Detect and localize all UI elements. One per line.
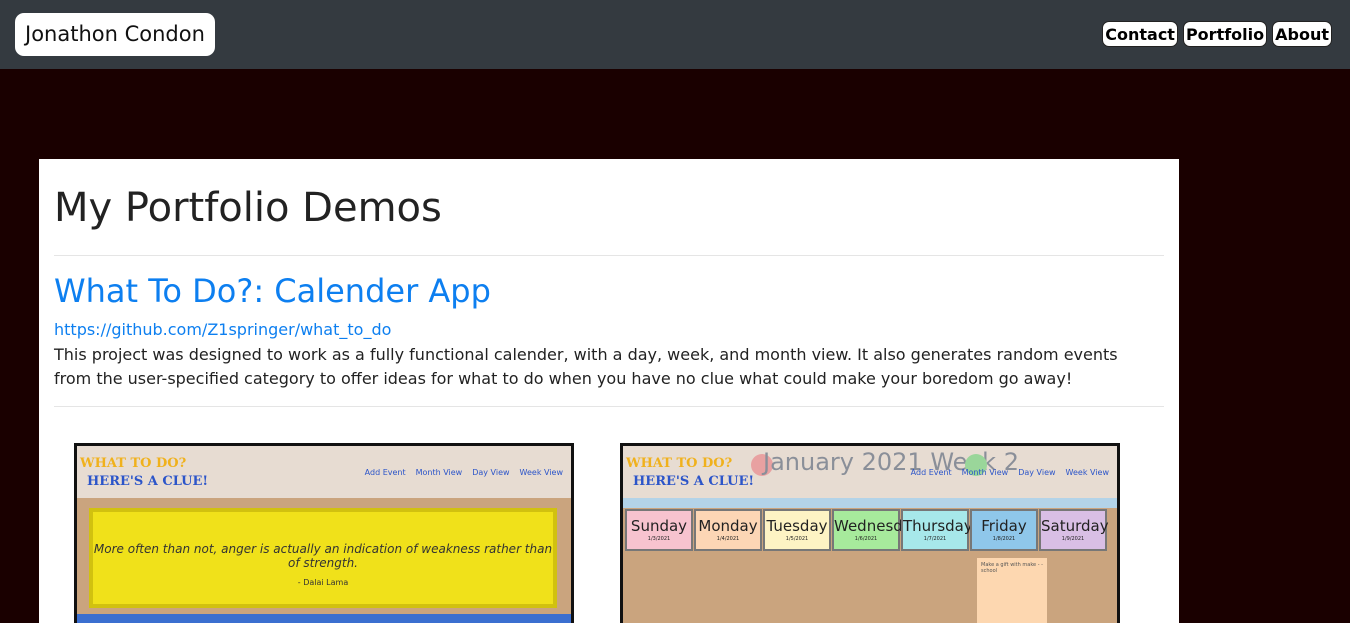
screenshot-header: WHAT TO DO? HERE'S A CLUE! Add Event Mon… (77, 446, 571, 498)
day-name: Sunday (630, 517, 688, 535)
screenshot-logo-tagline: HERE'S A CLUE! (633, 474, 755, 489)
screenshot-logo: WHAT TO DO? (80, 456, 187, 471)
day-column: Tuesday 1/5/2021 (763, 509, 831, 551)
screenshot-nav-item: Add Event (910, 468, 952, 477)
day-date: 1/5/2021 (785, 536, 809, 542)
day-column: Monday 1/4/2021 (694, 509, 762, 551)
screenshot-header: WHAT TO DO? HERE'S A CLUE! January 2021 … (623, 446, 1117, 498)
sticky-note: Make a gift with make - - school (977, 558, 1047, 623)
nav-links: Contact Portfolio About (1102, 21, 1332, 47)
quote-text: More often than not, anger is actually a… (93, 542, 553, 570)
day-date: 1/3/2021 (647, 536, 671, 542)
day-column: Sunday 1/3/2021 (625, 509, 693, 551)
sticky-note-text: Make a gift with make - - school (981, 562, 1043, 574)
page-title: My Portfolio Demos (54, 185, 442, 231)
day-name: Friday (981, 517, 1027, 535)
screenshot-nav-item: Month View (961, 468, 1009, 477)
screenshot-nav-item: Month View (415, 468, 463, 477)
quote-author: - Dalai Lama (297, 578, 349, 587)
nav-portfolio-link[interactable]: Portfolio (1182, 21, 1268, 47)
navbar: Jonathon Condon Contact Portfolio About (0, 0, 1350, 69)
portfolio-card: My Portfolio Demos What To Do?: Calender… (39, 159, 1179, 623)
screenshot-nav: Add Event Month View Day View Week View (911, 468, 1109, 477)
screenshot-nav-item: Week View (519, 468, 563, 477)
day-date: 1/4/2021 (716, 536, 740, 542)
screenshot-nav-item: Day View (472, 468, 510, 477)
day-column: Saturday 1/9/2021 (1039, 509, 1109, 551)
project-github-link[interactable]: https://github.com/Z1springer/what_to_do (54, 319, 391, 341)
project-title[interactable]: What To Do?: Calender App (54, 269, 491, 313)
day-column: Thursday 1/7/2021 (901, 509, 973, 551)
nav-contact-link[interactable]: Contact (1102, 21, 1178, 47)
screenshot-nav-item: Day View (1018, 468, 1056, 477)
nav-about-link[interactable]: About (1272, 21, 1332, 47)
day-column: Wednesday 1/6/2021 (832, 509, 921, 551)
day-date: 1/9/2021 (1061, 536, 1085, 542)
divider (54, 255, 1164, 256)
screenshot-strip (77, 614, 571, 623)
day-date: 1/7/2021 (923, 536, 947, 542)
screenshot-nav-item: Add Event (364, 468, 406, 477)
quote-card: More often than not, anger is actually a… (89, 508, 557, 608)
project-screenshot-week[interactable]: WHAT TO DO? HERE'S A CLUE! January 2021 … (620, 443, 1120, 623)
screenshot-nav-item: Week View (1065, 468, 1109, 477)
day-name: Thursday (903, 517, 973, 535)
day-name: Tuesday (766, 517, 828, 535)
week-days: Sunday 1/3/2021 Monday 1/4/2021 Tuesday 1/5/2… (625, 509, 1109, 551)
brand-logo[interactable]: Jonathon Condon (15, 13, 215, 56)
day-date: 1/6/2021 (854, 536, 878, 542)
project-description: This project was designed to work as a f… (54, 345, 1118, 388)
day-column: Friday 1/8/2021 (970, 509, 1038, 551)
divider (54, 406, 1164, 407)
day-date: 1/8/2021 (992, 536, 1016, 542)
project-screenshot-quote[interactable]: WHAT TO DO? HERE'S A CLUE! Add Event Mon… (74, 443, 574, 623)
day-name: Saturday (1041, 517, 1109, 535)
day-name: Monday (698, 517, 758, 535)
day-bar (623, 498, 1117, 508)
screenshot-logo: WHAT TO DO? (626, 456, 733, 471)
screenshot-nav: Add Event Month View Day View Week View (365, 468, 563, 477)
screenshot-logo-tagline: HERE'S A CLUE! (87, 474, 209, 489)
